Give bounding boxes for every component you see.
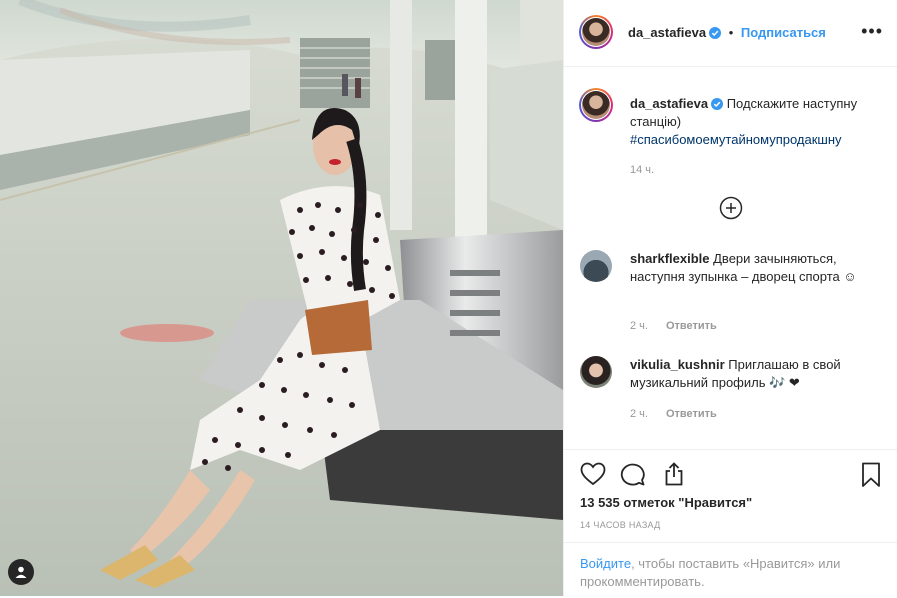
comment-meta: 2 ч. Ответить [630, 408, 717, 420]
comment-avatar[interactable] [580, 250, 612, 282]
post-header: da_astafieva • Подписаться ••• [564, 0, 897, 67]
reply-button[interactable]: Ответить [666, 408, 717, 420]
comment-meta: 2 ч. Ответить [630, 320, 717, 332]
plus-circle-icon[interactable] [719, 196, 743, 220]
verified-badge-icon [709, 27, 722, 39]
login-link[interactable]: Войдите [580, 556, 631, 571]
user-tag-icon [15, 566, 27, 578]
post-side-panel: da_astafieva • Подписаться ••• da_astafi… [563, 0, 897, 596]
comment-item: sharkflexible Двери зачыняються, наступн… [630, 250, 880, 286]
caption-time[interactable]: 14 ч. [630, 161, 880, 179]
caption-avatar[interactable] [579, 88, 613, 122]
instagram-post-modal: da_astafieva • Подписаться ••• da_astafi… [0, 0, 897, 596]
comment-icon[interactable] [620, 462, 646, 486]
more-options-icon[interactable]: ••• [861, 22, 883, 40]
login-prompt: Войдите, чтобы поставить «Нравится» или … [564, 542, 897, 591]
comment-time[interactable]: 2 ч. [630, 408, 648, 420]
heart-icon[interactable] [580, 462, 606, 486]
comment-avatar[interactable] [580, 356, 612, 388]
post-timestamp[interactable]: 14 ЧАСОВ НАЗАД [580, 520, 661, 530]
share-icon[interactable] [662, 462, 686, 486]
author-username[interactable]: da_astafieva [628, 25, 706, 40]
post-caption: da_astafieva Подскажите наступну станцію… [630, 95, 880, 179]
comment-username[interactable]: sharkflexible [630, 251, 710, 266]
caption-hashtag[interactable]: #спасибомоемутайномупродакшну [630, 132, 842, 147]
author-avatar[interactable] [579, 15, 613, 49]
follow-button[interactable]: Подписаться [741, 25, 826, 40]
comment-time[interactable]: 2 ч. [630, 320, 648, 332]
likes-count[interactable]: 13 535 отметок "Нравится" [580, 495, 752, 510]
reply-button[interactable]: Ответить [666, 320, 717, 332]
user-tag-button[interactable] [8, 559, 34, 585]
comment-item: vikulia_kushnir Приглашаю в свой музикал… [630, 356, 880, 392]
subway-station-photo [0, 0, 563, 596]
post-photo[interactable] [0, 0, 563, 596]
caption-username[interactable]: da_astafieva [630, 96, 708, 111]
post-actions: 13 535 отметок "Нравится" 14 ЧАСОВ НАЗАД… [564, 449, 897, 598]
bookmark-icon[interactable] [861, 462, 881, 488]
comment-username[interactable]: vikulia_kushnir [630, 357, 725, 372]
verified-badge-icon [711, 98, 724, 110]
